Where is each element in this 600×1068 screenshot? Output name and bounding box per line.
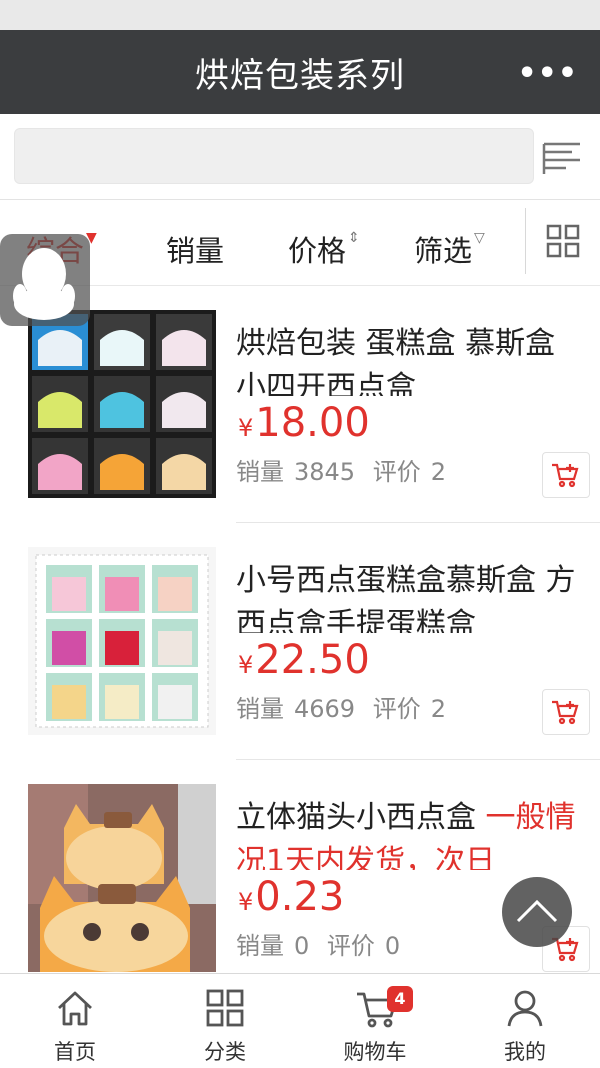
product-title: 烘焙包装 蛋糕盒 慕斯盒 小四开西点盒 (236, 326, 556, 396)
bottom-tab-bar: 首页 分类 4 购物车 我的 (0, 973, 600, 1067)
product-price: ¥18.00 (238, 400, 370, 446)
app-header: 烘焙包装系列 ••• (0, 30, 600, 114)
search-input[interactable] (14, 128, 534, 184)
sort-arrows-icon: ⇕ (348, 230, 360, 246)
user-icon (507, 990, 543, 1027)
page-title: 烘焙包装系列 (195, 55, 405, 96)
product-image (28, 784, 216, 972)
product-item[interactable]: 烘焙包装 蛋糕盒 慕斯盒 小四开西点盒 ¥18.00 销量 3845 评价 2 (0, 286, 600, 524)
add-cart-icon (552, 463, 579, 488)
qq-penguin-icon (13, 248, 75, 320)
product-price: ¥0.23 (238, 874, 345, 920)
add-to-cart-button[interactable] (542, 689, 590, 735)
add-to-cart-button[interactable] (542, 452, 590, 498)
more-menu-button[interactable]: ••• (517, 56, 578, 91)
tab-profile-label: 我的 (504, 1040, 546, 1064)
product-item[interactable]: 小号西点蛋糕盒慕斯盒 方西点盒手提蛋糕盒 ¥22.50 销量 4669 评价 2 (0, 523, 600, 761)
add-cart-icon (552, 700, 579, 725)
sort-divider (525, 208, 526, 274)
search-bar (0, 114, 600, 200)
tab-cart[interactable]: 4 购物车 (300, 974, 450, 1068)
product-stats: 销量 0 评价 0 (236, 932, 401, 960)
sort-bar: 综合▼ 销量 价格⇕ 筛选▽ (0, 200, 600, 286)
sort-sales[interactable]: 销量 (166, 228, 224, 270)
list-menu-icon[interactable] (542, 140, 582, 176)
tab-category[interactable]: 分类 (150, 974, 300, 1068)
product-title: 立体猫头小西点盒 一般情况1天内发货，次日 (236, 800, 576, 870)
sort-price-label: 价格 (288, 234, 347, 268)
product-title: 小号西点蛋糕盒慕斯盒 方西点盒手提蛋糕盒 (236, 563, 576, 633)
sort-sales-label: 销量 (166, 234, 225, 268)
product-stats: 销量 4669 评价 2 (236, 695, 446, 723)
product-stats: 销量 3845 评价 2 (236, 458, 446, 486)
tab-cart-label: 购物车 (343, 1040, 407, 1064)
category-grid-icon (206, 989, 244, 1027)
sort-filter[interactable]: 筛选 ▽ (414, 228, 485, 270)
cart-count-badge: 4 (387, 986, 413, 1012)
qq-contact-button[interactable] (0, 234, 90, 326)
tab-category-label: 分类 (204, 1040, 246, 1064)
filter-funnel-icon: ▽ (474, 230, 485, 246)
tab-home[interactable]: 首页 (0, 974, 150, 1068)
tab-home-label: 首页 (54, 1040, 96, 1064)
status-bar (0, 0, 600, 30)
product-image (28, 547, 216, 735)
grid-view-icon[interactable] (546, 224, 580, 258)
chevron-up-icon (516, 899, 558, 923)
tab-profile[interactable]: 我的 (450, 974, 600, 1068)
home-icon (58, 991, 92, 1026)
back-to-top-button[interactable] (502, 877, 572, 947)
product-image (28, 310, 216, 498)
sort-price[interactable]: 价格 ⇕ (288, 228, 360, 270)
sort-filter-label: 筛选 (414, 234, 473, 268)
product-price: ¥22.50 (238, 637, 370, 683)
